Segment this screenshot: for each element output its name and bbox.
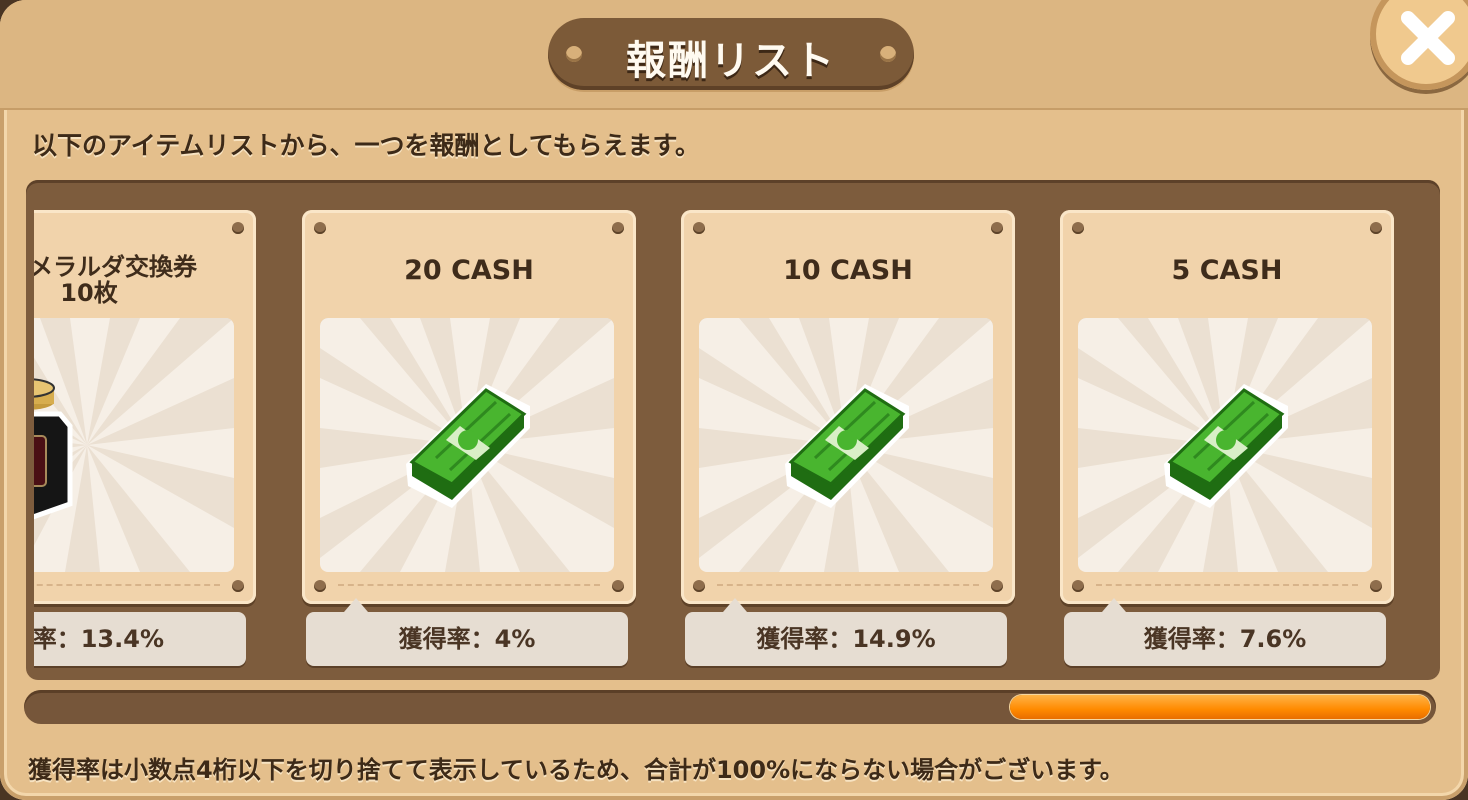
- reward-name: 5 CASH: [1171, 255, 1283, 286]
- bolt-icon: [693, 222, 705, 234]
- scrollbar-thumb[interactable]: [1010, 695, 1430, 719]
- bolt-icon: [612, 222, 624, 234]
- reward-card-20-cash[interactable]: 20 CASH: [302, 210, 636, 604]
- bolt-icon: [693, 580, 705, 592]
- bolt-icon: [232, 580, 244, 592]
- reward-image: [1078, 318, 1372, 572]
- divider: [717, 584, 979, 586]
- pointer-icon: [344, 598, 368, 612]
- reward-name: エスメラルダ交換券 10枚: [34, 254, 256, 306]
- drop-rate-text: 獲得率：4%: [398, 625, 536, 653]
- reward-name: 10 CASH: [783, 255, 913, 286]
- drop-rate-label: 獲得率：13.4%: [34, 612, 246, 666]
- sunburst-background: ★: [34, 318, 234, 572]
- bolt-icon: [1370, 222, 1382, 234]
- reward-carousel[interactable]: エスメラルダ交換券 10枚: [34, 200, 1416, 680]
- pointer-icon: [723, 598, 747, 612]
- bolt-icon: [612, 580, 624, 592]
- title-plate: 報酬リスト: [548, 18, 914, 90]
- reward-image: ★: [34, 318, 234, 572]
- dialog-title: 報酬リスト: [626, 38, 836, 84]
- bolt-icon: [1370, 580, 1382, 592]
- reward-image: [320, 318, 614, 572]
- bolt-icon: [1072, 580, 1084, 592]
- divider: [338, 584, 600, 586]
- reward-name-line-2: 10枚: [60, 279, 118, 307]
- reward-list-dialog: 報酬リスト 以下のアイテムリストから、一つを報酬としてもらえます。 エスメラルダ…: [0, 0, 1468, 800]
- drop-rate-text: 獲得率：7.6%: [1143, 625, 1307, 653]
- bolt-icon: [314, 222, 326, 234]
- reward-card-10-cash[interactable]: 10 CASH: [681, 210, 1015, 604]
- bolt-icon: [991, 580, 1003, 592]
- bolt-icon: [1072, 222, 1084, 234]
- drop-rate-label: 獲得率：14.9%: [685, 598, 1007, 666]
- reward-name-line-1: エスメラルダ交換券: [34, 253, 197, 281]
- drop-rate-label: 獲得率：7.6%: [1064, 598, 1386, 666]
- bolt-icon: [991, 222, 1003, 234]
- close-icon: [1401, 11, 1455, 65]
- bolt-icon: [232, 222, 244, 234]
- drop-rate-text: 獲得率：14.9%: [756, 625, 936, 653]
- divider: [1096, 584, 1358, 586]
- horizontal-scrollbar[interactable]: [24, 690, 1436, 724]
- sunburst-background: [699, 318, 993, 572]
- instruction-text: 以下のアイテムリストから、一つを報酬としてもらえます。: [32, 131, 701, 160]
- divider: [34, 584, 220, 586]
- sunburst-background: [320, 318, 614, 572]
- bolt-icon: [314, 580, 326, 592]
- reward-card-ticket[interactable]: エスメラルダ交換券 10枚: [34, 210, 256, 604]
- footnote-text: 獲得率は小数点4桁以下を切り捨てて表示しているため、合計が100%にならない場合…: [28, 756, 1124, 784]
- drop-rate-text: 獲得率：13.4%: [34, 625, 164, 653]
- reward-name: 20 CASH: [404, 255, 534, 286]
- sunburst-background: [1078, 318, 1372, 572]
- drop-rate-label: 獲得率：4%: [306, 598, 628, 666]
- reward-card-5-cash[interactable]: 5 CASH: [1060, 210, 1394, 604]
- reward-image: [699, 318, 993, 572]
- pointer-icon: [1102, 598, 1126, 612]
